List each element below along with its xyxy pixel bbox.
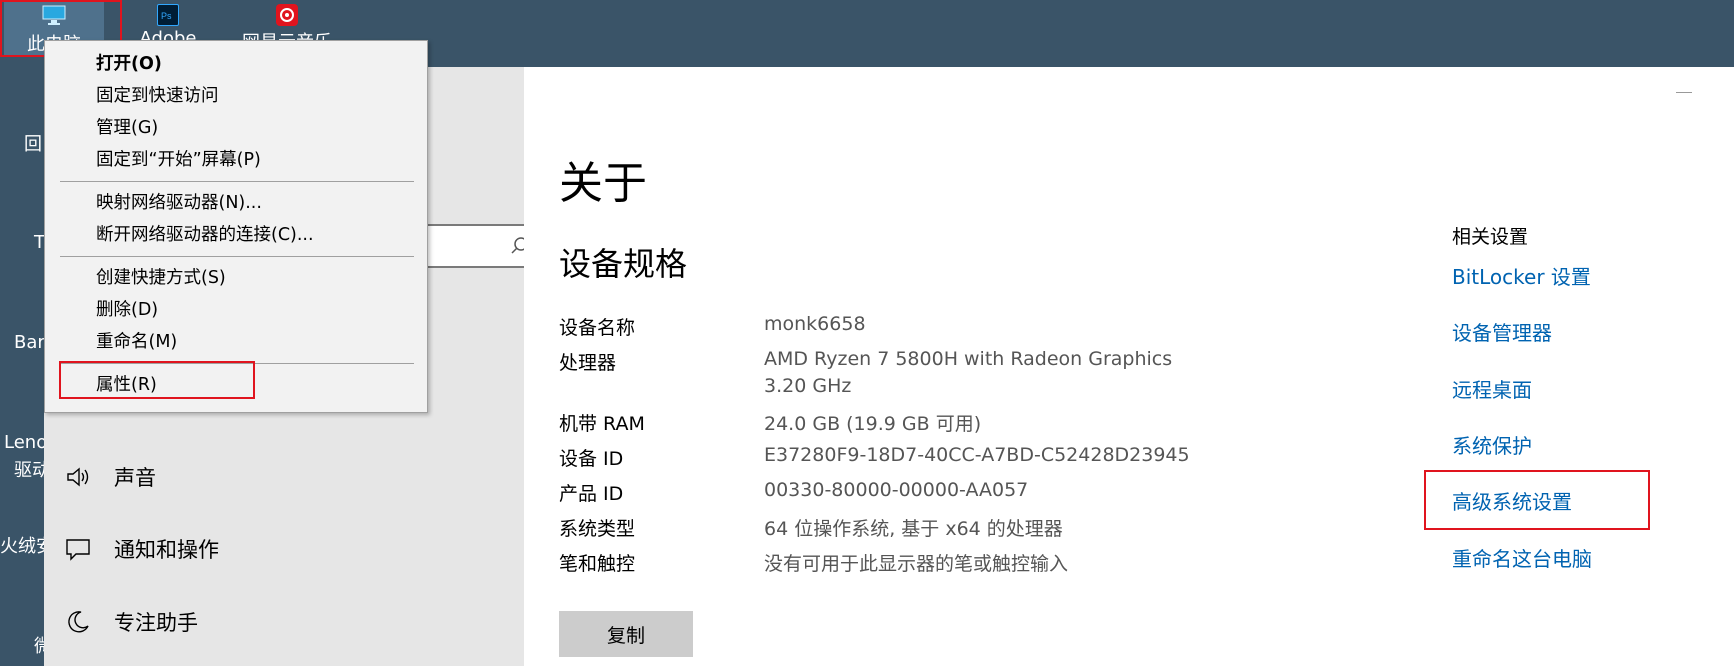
advanced-settings-highlight-box <box>1424 470 1650 530</box>
menu-item-pin-quick-access[interactable]: 固定到快速访问 <box>96 82 219 107</box>
context-menu: 打开(O) 固定到快速访问 管理(G) 固定到“开始”屏幕(P) 映射网络驱动器… <box>44 40 428 413</box>
properties-highlight-box <box>59 361 255 399</box>
spec-value: 3.20 GHz <box>764 375 852 397</box>
desktop-edge-label: 回 <box>24 134 42 155</box>
link-bitlocker-settings[interactable]: BitLocker 设置 <box>1452 261 1591 290</box>
spec-value: 24.0 GB (19.9 GB 可用) <box>764 413 982 435</box>
spec-key: 系统类型 <box>559 518 636 540</box>
spec-value: 64 位操作系统, 基于 x64 的处理器 <box>764 518 1063 540</box>
menu-separator <box>60 181 414 182</box>
svg-text:Ps: Ps <box>161 11 172 21</box>
link-remote-desktop[interactable]: 远程桌面 <box>1452 374 1532 403</box>
menu-item-create-shortcut[interactable]: 创建快捷方式(S) <box>96 264 226 289</box>
menu-item-delete[interactable]: 删除(D) <box>96 296 158 321</box>
sidebar-item-sound[interactable]: 声音 <box>64 457 156 497</box>
minimize-button[interactable] <box>1676 92 1692 93</box>
spec-key: 产品 ID <box>559 483 624 505</box>
related-settings-title: 相关设置 <box>1452 226 1529 248</box>
sidebar-item-notifications[interactable]: 通知和操作 <box>64 529 219 569</box>
notification-icon <box>64 535 92 563</box>
spec-key: 设备名称 <box>559 317 636 339</box>
spec-value: E37280F9-18D7-40CC-A7BD-C52428D23945 <box>764 444 1190 466</box>
copy-button[interactable]: 复制 <box>559 611 693 657</box>
link-rename-this-pc[interactable]: 重命名这台电脑 <box>1452 543 1592 572</box>
spec-key: 设备 ID <box>559 448 624 470</box>
moon-icon <box>64 608 92 636</box>
spec-key: 机带 RAM <box>559 413 645 435</box>
section-title: 设备规格 <box>559 245 688 283</box>
sidebar-item-focus-assist[interactable]: 专注助手 <box>64 602 198 642</box>
menu-item-manage[interactable]: 管理(G) <box>96 114 158 139</box>
spec-value: 00330-80000-00000-AA057 <box>764 479 1029 501</box>
spec-value: monk6658 <box>764 313 866 335</box>
sidebar-item-label: 通知和操作 <box>114 538 219 562</box>
menu-item-disconnect-network-drive[interactable]: 断开网络驱动器的连接(C)... <box>96 221 314 246</box>
photoshop-shortcut-icon: Ps <box>157 4 179 26</box>
menu-item-pin-start[interactable]: 固定到“开始”屏幕(P) <box>96 146 261 171</box>
menu-item-open[interactable]: 打开(O) <box>96 50 162 75</box>
about-page: 关于 设备规格 设备名称 monk6658 处理器 AMD Ryzen 7 58… <box>524 67 1734 666</box>
spec-value: AMD Ryzen 7 5800H with Radeon Graphics <box>764 348 1173 370</box>
link-device-manager[interactable]: 设备管理器 <box>1452 317 1552 346</box>
spec-value: 没有可用于此显示器的笔或触控输入 <box>764 553 1069 575</box>
netease-music-icon <box>276 4 298 26</box>
page-title: 关于 <box>559 158 647 209</box>
spec-key: 处理器 <box>559 352 617 374</box>
link-system-protection[interactable]: 系统保护 <box>1452 430 1532 459</box>
desktop-edge-label: Leno <box>4 432 48 453</box>
menu-item-map-network-drive[interactable]: 映射网络驱动器(N)... <box>96 189 262 214</box>
sidebar-item-label: 专注助手 <box>114 611 198 635</box>
speaker-icon <box>64 463 92 491</box>
spec-key: 笔和触控 <box>559 553 636 575</box>
sidebar-item-label: 声音 <box>114 466 156 490</box>
menu-item-rename[interactable]: 重命名(M) <box>96 328 177 353</box>
desktop-edge-label: Bar <box>14 332 45 353</box>
menu-separator <box>60 256 414 257</box>
